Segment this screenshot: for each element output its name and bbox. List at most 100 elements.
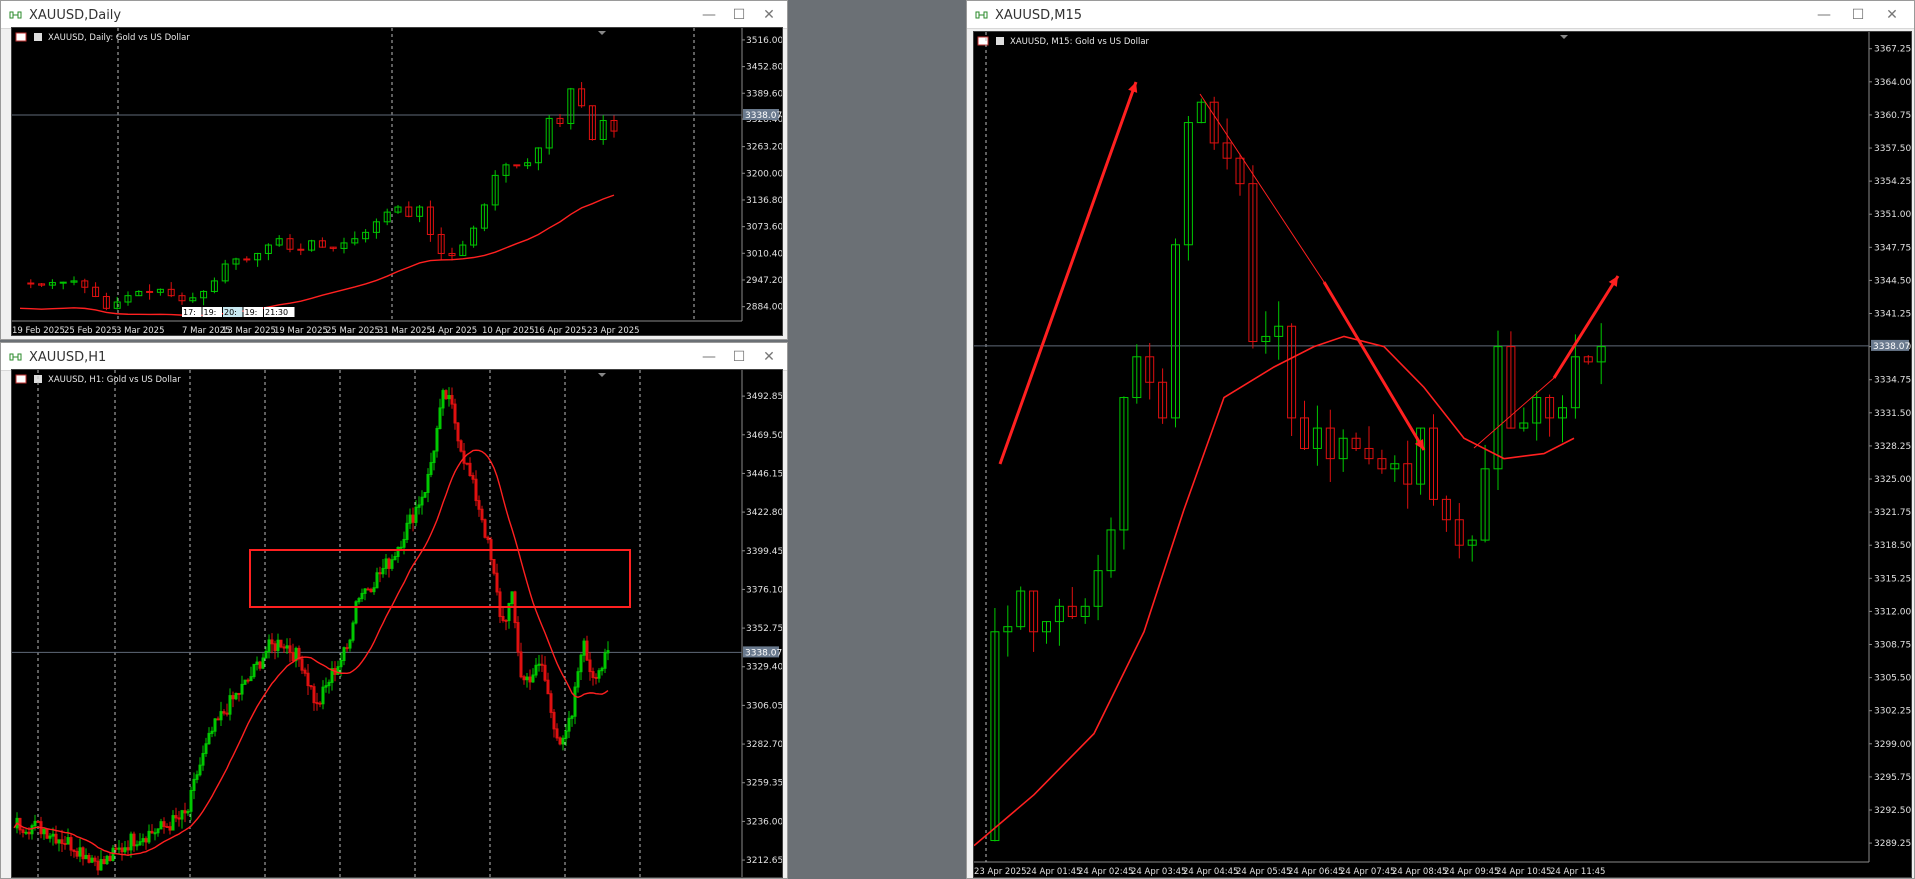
price-tick-label: 3492.85 — [746, 392, 783, 402]
price-tick-label: 3469.50 — [746, 431, 783, 441]
h1-candle-body — [165, 825, 169, 828]
h1-candle-body — [36, 820, 40, 823]
maximize-button[interactable]: ☐ — [725, 5, 753, 25]
daily-titlebar[interactable]: XAUUSD,Daily — ☐ ✕ — [1, 1, 787, 29]
h1-candle-body — [315, 702, 319, 705]
close-button[interactable]: ✕ — [755, 347, 783, 367]
h1-chart-svg[interactable]: XAUUSD, H1: Gold vs US Dollar3492.853469… — [12, 370, 783, 878]
h1-candle-body — [24, 831, 28, 834]
h1-candle-body — [504, 619, 508, 622]
h1-candle-body — [246, 679, 250, 682]
time-tick-label: 24 Apr 06:45 — [1288, 867, 1343, 877]
minimize-button[interactable]: — — [695, 5, 723, 25]
time-tick-label: 24 Apr 10:45 — [1496, 867, 1551, 877]
h1-titlebar[interactable]: XAUUSD,H1 — ☐ ✕ — [1, 343, 787, 371]
symbol-flag-icon — [15, 32, 27, 42]
up-arrow-annotation — [1552, 275, 1620, 379]
price-tick-label: 3318.50 — [1874, 541, 1911, 551]
daily-candle-body — [27, 282, 35, 285]
price-tick-label: 3347.75 — [1874, 243, 1911, 253]
price-tick-label: 3516.00 — [746, 36, 783, 46]
time-tick-label: 24 Apr 11:45 — [1550, 867, 1605, 877]
time-tick-label: 24 Apr 03:45 — [1131, 867, 1186, 877]
m15-window-title: XAUUSD,M15 — [995, 8, 1082, 23]
up-arrow-annotation-head — [1128, 82, 1138, 93]
candle-chart-icon — [9, 11, 22, 19]
m15-chart-svg[interactable]: XAUUSD, M15: Gold vs US Dollar 3367.25 336… — [974, 32, 1912, 878]
h1-candle-body — [594, 676, 598, 679]
h1-chart-area[interactable]: XAUUSD, H1: Gold vs US Dollar 3492.85 3469… — [11, 369, 783, 878]
daily-candle-body — [59, 281, 67, 284]
price-tick-label: 3312.00 — [1874, 607, 1911, 617]
shift-marker — [1560, 35, 1568, 39]
symbol-flag-icon — [15, 374, 27, 384]
close-button[interactable]: ✕ — [1878, 5, 1906, 25]
daily-candle-body — [146, 290, 154, 293]
price-tick-label: 3315.25 — [1874, 574, 1911, 584]
price-tick-label: 3305.50 — [1874, 674, 1911, 684]
price-tick-label: 3399.45 — [746, 547, 783, 557]
h1-candle-body — [63, 843, 67, 846]
price-tick-label: 3351.00 — [1874, 210, 1911, 220]
price-tick-label: 3452.80 — [746, 63, 783, 73]
time-tick-label: 19 Feb 2025 — [12, 326, 65, 336]
chart-symbol-label: XAUUSD, Daily: Gold vs US Dollar — [48, 33, 190, 43]
h1-candle-body — [399, 546, 403, 549]
price-tick-label: 3328.25 — [1874, 442, 1911, 452]
time-tag-text: 17: — [183, 308, 196, 317]
chart-type-icon — [34, 33, 42, 41]
daily-window-title: XAUUSD,Daily — [29, 8, 122, 23]
m15-chart-area[interactable]: XAUUSD, M15: Gold vs US Dollar 3367.25 336… — [973, 31, 1912, 878]
h1-chart-window[interactable]: XAUUSD,H1 — ☐ ✕ XAUUSD, H1: Gold vs US D… — [0, 342, 788, 879]
close-button[interactable]: ✕ — [755, 5, 783, 25]
h1-candle-body — [216, 718, 220, 721]
daily-candle-body — [513, 164, 521, 167]
minimize-button[interactable]: — — [1810, 5, 1838, 25]
price-tick-label: 3422.80 — [746, 508, 783, 518]
h1-candle-body — [318, 702, 322, 705]
price-tick-label: 3259.35 — [746, 779, 783, 789]
time-tick-label: 10 Apr 2025 — [482, 326, 535, 336]
price-tick-label: 3282.70 — [746, 740, 783, 750]
price-tick-label: 3306.05 — [746, 701, 783, 711]
price-tick-label: 3073.60 — [746, 223, 783, 233]
chart-type-icon — [996, 37, 1004, 45]
daily-chart-area[interactable]: XAUUSD, Daily: Gold vs US Dollar 3516.00 3… — [11, 27, 783, 336]
time-tick-label: 16 Apr 2025 — [534, 326, 587, 336]
price-tick-label: 3364.00 — [1874, 78, 1911, 88]
price-tick-label: 3289.25 — [1874, 839, 1911, 849]
daily-candle-body — [297, 248, 305, 251]
moving-average-line — [974, 335, 1575, 847]
range-box-annotation — [249, 549, 631, 608]
price-tick-label: 3236.00 — [746, 817, 783, 827]
daily-chart-window[interactable]: XAUUSD,Daily — ☐ ✕ XAUUSD, Daily: Gold v… — [0, 0, 788, 340]
m15-titlebar[interactable]: XAUUSD,M15 — ☐ ✕ — [967, 1, 1914, 29]
h1-candle-body — [465, 462, 469, 465]
maximize-button[interactable]: ☐ — [725, 347, 753, 367]
price-tick-label: 3376.10 — [746, 585, 783, 595]
trend-line-annotation — [1199, 93, 1325, 283]
price-tick-label: 3299.00 — [1874, 740, 1911, 750]
price-tag-text: 3338.07 — [745, 111, 782, 121]
price-tick-label: 3367.25 — [1874, 45, 1911, 55]
price-tick-label: 3263.20 — [746, 143, 783, 153]
maximize-button[interactable]: ☐ — [1844, 5, 1872, 25]
price-tick-label: 3308.75 — [1874, 640, 1911, 650]
price-tick-label: 3389.60 — [746, 89, 783, 99]
time-tick-label: 25 Mar 2025 — [326, 326, 380, 336]
time-tag-text: 19: — [204, 308, 217, 317]
time-tick-label: 24 Apr 08:45 — [1392, 867, 1447, 877]
price-tick-label: 3329.40 — [746, 663, 783, 673]
h1-candle-body — [345, 647, 349, 650]
candle-chart-icon — [975, 11, 988, 19]
price-tick-label: 3292.50 — [1874, 806, 1911, 816]
shift-marker — [598, 373, 606, 377]
m15-chart-window[interactable]: XAUUSD,M15 — ☐ ✕ XAUUSD, M15: Gold vs US… — [966, 0, 1915, 879]
daily-chart-svg[interactable]: XAUUSD, Daily: Gold vs US Dollar 3516.00 3… — [12, 28, 783, 336]
price-tick-label: 3010.40 — [746, 249, 783, 259]
time-tick-label: 4 Apr 2025 — [430, 326, 477, 336]
time-tick-label: 23 Apr 2025 — [974, 867, 1027, 877]
h1-candle-body — [237, 692, 241, 695]
minimize-button[interactable]: — — [695, 347, 723, 367]
time-tick-label: 23 Apr 2025 — [587, 326, 640, 336]
